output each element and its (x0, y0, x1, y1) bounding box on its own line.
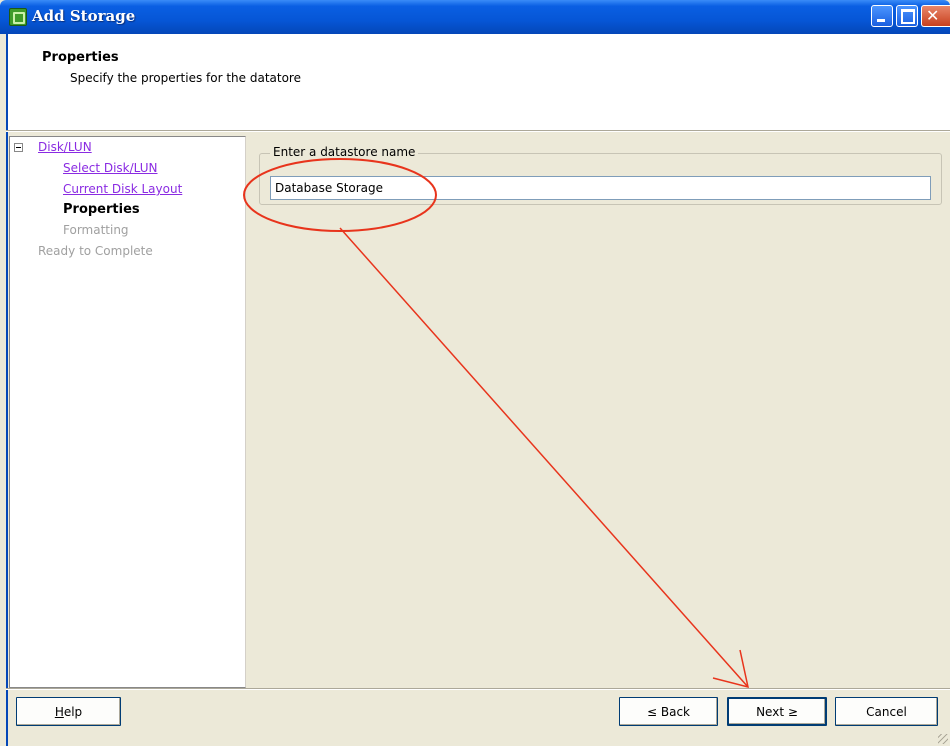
minimize-icon (877, 19, 885, 22)
cancel-button[interactable]: Cancel (835, 697, 938, 726)
content-panel: Enter a datastore name (246, 136, 950, 688)
resize-grip[interactable] (938, 734, 948, 744)
back-button[interactable]: ≤ Back (619, 697, 718, 726)
close-icon: ✕ (926, 6, 940, 25)
header-divider (6, 130, 950, 132)
page-title: Properties (42, 50, 119, 65)
close-button[interactable]: ✕ (921, 5, 950, 27)
nav-item-formatting: Formatting (63, 223, 129, 237)
wizard-nav: Disk/LUN Select Disk/LUN Current Disk La… (9, 136, 246, 688)
nav-item-properties: Properties (63, 202, 140, 217)
datastore-name-label: Enter a datastore name (270, 145, 419, 159)
page-subtitle: Specify the properties for the datatore (70, 71, 301, 85)
maximize-button[interactable] (896, 5, 918, 27)
wizard-header: Properties Specify the properties for th… (6, 34, 950, 130)
nav-item-current-disk-layout[interactable]: Current Disk Layout (63, 182, 182, 196)
maximize-icon (901, 9, 915, 24)
next-button[interactable]: Next ≥ (727, 697, 827, 726)
nav-item-ready-to-complete: Ready to Complete (38, 244, 153, 258)
help-button[interactable]: Help (16, 697, 121, 726)
nav-item-select-disk-lun[interactable]: Select Disk/LUN (63, 161, 158, 175)
datastore-icon (9, 8, 27, 26)
minimize-button[interactable] (871, 5, 893, 27)
collapse-icon[interactable] (14, 143, 23, 152)
window-border (6, 34, 8, 746)
datastore-name-input[interactable] (270, 176, 931, 200)
nav-item-disk-lun[interactable]: Disk/LUN (38, 140, 92, 154)
window-title: Add Storage (32, 7, 136, 25)
datastore-name-group: Enter a datastore name (259, 145, 942, 205)
title-bar: Add Storage ✕ (0, 0, 950, 34)
footer-divider (6, 688, 950, 690)
